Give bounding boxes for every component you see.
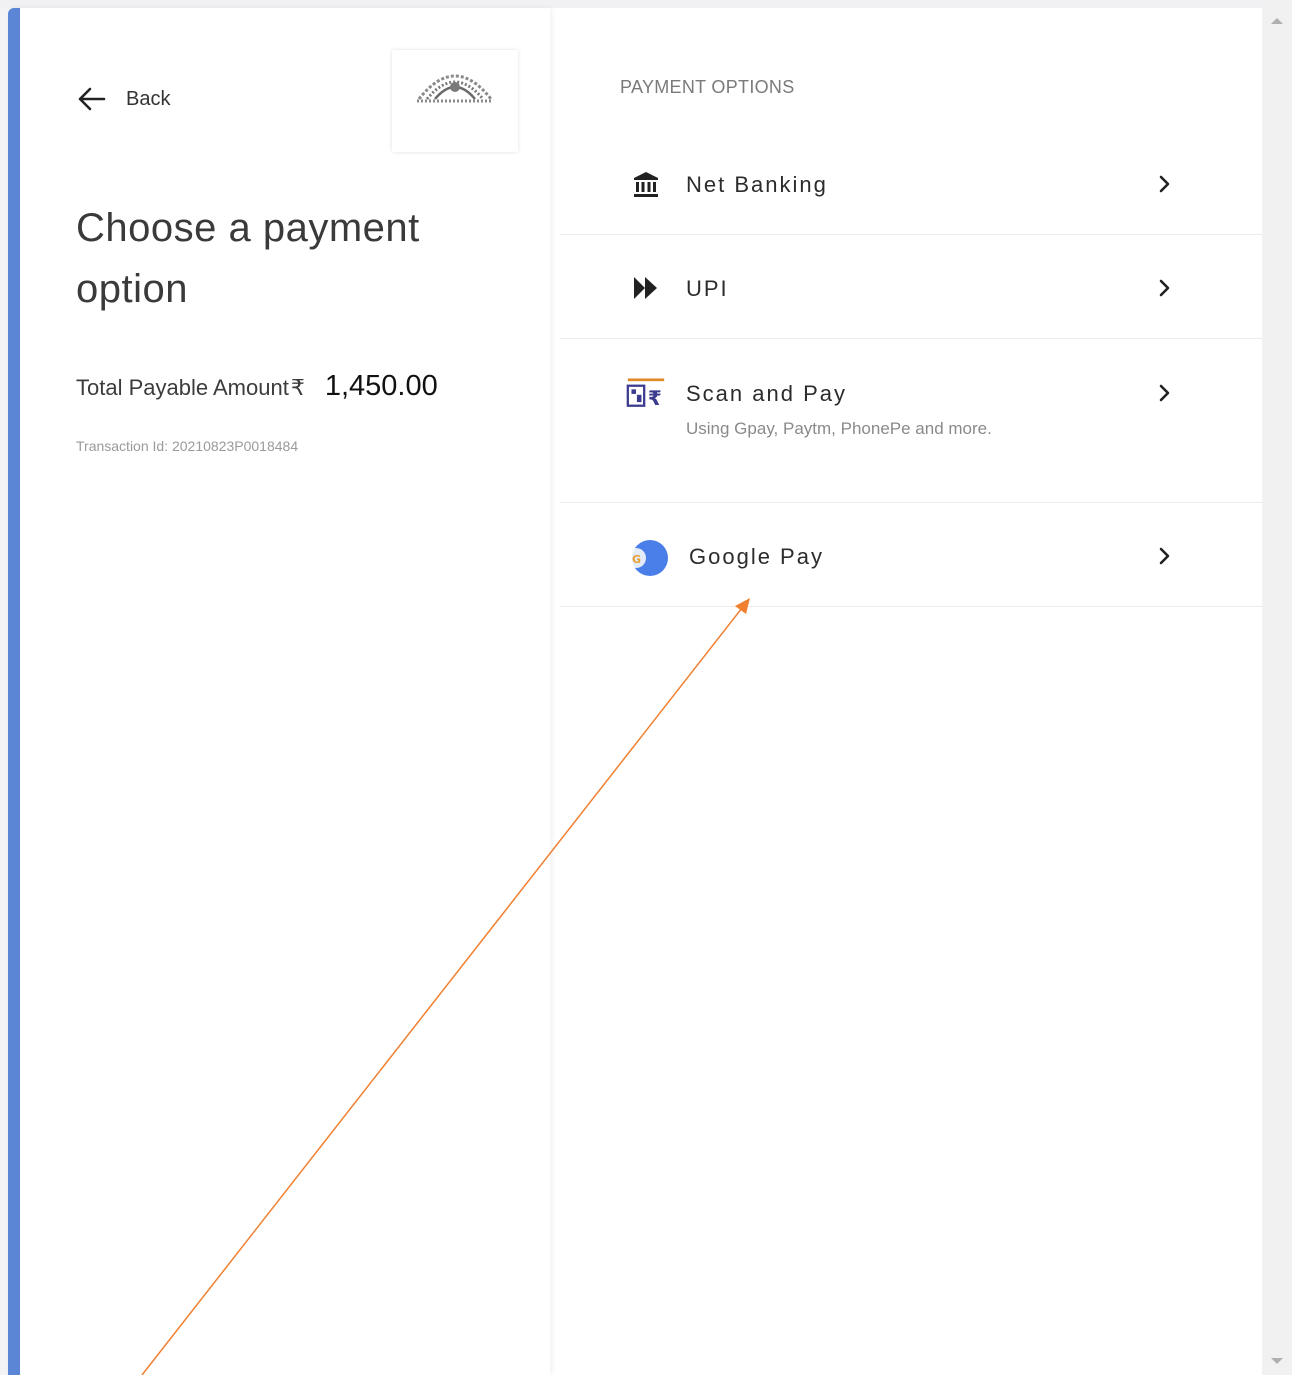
transaction-id: Transaction Id: 20210823P0018484 — [76, 438, 299, 454]
chevron-right-icon — [1159, 547, 1170, 565]
option-google-pay[interactable]: G Google Pay — [560, 503, 1262, 607]
option-upi[interactable]: UPI — [560, 235, 1262, 339]
total-amount-label: Total Payable Amount — [76, 375, 289, 400]
total-amount-value: 1,450.00 — [324, 370, 438, 402]
chevron-right-icon — [1159, 175, 1170, 193]
page-title: Choose a payment option — [76, 206, 420, 311]
payment-page: Back Choose a payment option Total Payab… — [0, 0, 1292, 1375]
chevron-right-icon — [1159, 279, 1170, 297]
option-label: Scan and Pay — [686, 381, 847, 406]
currency-symbol: ₹ — [290, 375, 305, 400]
section-label: PAYMENT OPTIONS — [620, 77, 795, 97]
svg-text:G: G — [632, 553, 641, 566]
bharat-qr-icon: ₹ — [626, 373, 666, 413]
back-label: Back — [126, 87, 171, 110]
google-pay-icon: G — [624, 536, 670, 580]
option-label: UPI — [686, 276, 729, 301]
option-subtitle: Using Gpay, Paytm, PhonePe and more. — [686, 419, 992, 438]
option-label: Google Pay — [689, 544, 824, 569]
upi-arrows-icon — [626, 268, 666, 308]
arrow-left-icon — [78, 87, 106, 111]
scroll-up-arrow-icon[interactable] — [1271, 18, 1283, 24]
payment-options-panel: PAYMENT OPTIONS Net Banking UPI ₹ Scan a… — [550, 8, 1262, 1375]
svg-text:₹: ₹ — [648, 386, 662, 410]
order-summary-panel: Back Choose a payment option Total Payab… — [8, 8, 550, 1375]
scrollbar[interactable] — [1262, 0, 1292, 1375]
chevron-right-icon — [1159, 384, 1170, 402]
option-scan-and-pay[interactable]: ₹ Scan and Pay Using Gpay, Paytm, PhoneP… — [560, 339, 1262, 503]
option-net-banking[interactable]: Net Banking — [560, 130, 1262, 235]
top-strip — [0, 0, 1262, 8]
scroll-down-arrow-icon[interactable] — [1271, 1358, 1283, 1364]
emblem-logo-icon — [417, 74, 493, 103]
back-button[interactable]: Back — [76, 86, 170, 112]
merchant-logo — [392, 50, 518, 152]
option-label: Net Banking — [686, 172, 828, 197]
total-amount-row: Total Payable Amount ₹ 1,450.00 — [76, 370, 438, 403]
bank-icon — [626, 164, 666, 204]
